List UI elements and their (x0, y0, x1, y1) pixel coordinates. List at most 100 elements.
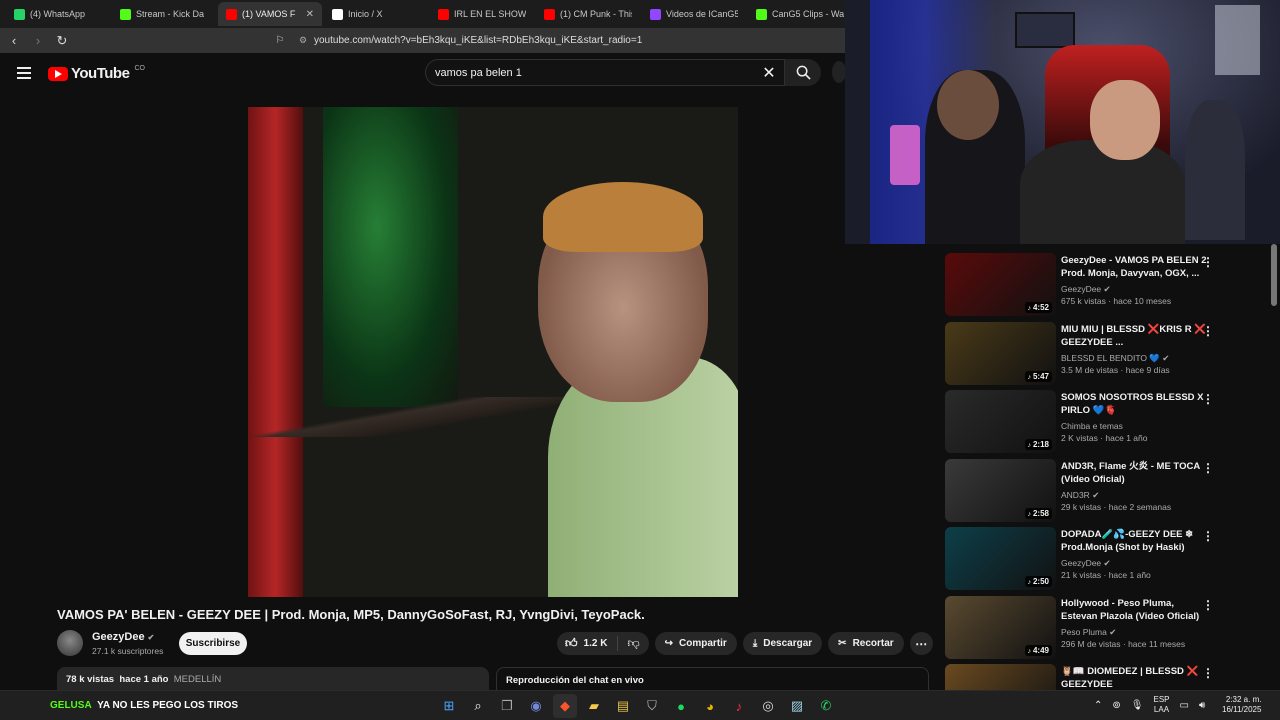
recommendation-item[interactable]: 4:52 GeezyDee - VAMOS PA BELEN 2 Prod. Mo… (944, 244, 1280, 316)
task-view-icon[interactable]: ❐ (495, 694, 519, 718)
recommendation-item[interactable]: 2:58 AND3R, Flame 火炎 - ME TOCA (Video Of… (944, 450, 1280, 522)
voice-search-icon[interactable] (832, 61, 846, 83)
more-options-icon[interactable]: ⋮ (1202, 461, 1214, 475)
recommendation-channel[interactable]: GeezyDee ✔ (1061, 284, 1111, 295)
browser-tab[interactable]: CanG5 Clips - Watc (748, 2, 852, 26)
recommendation-channel-text: AND3R (1061, 489, 1090, 500)
discord-icon[interactable]: ◉ (524, 694, 548, 718)
webcam-tv (1015, 12, 1075, 48)
recommendation-title[interactable]: DOPADA🧪💦-GEEZY DEE ❄ Prod.Monja (Shot by… (1061, 528, 1211, 554)
obs-icon[interactable]: ◎ (756, 694, 780, 718)
more-options-icon[interactable]: ⋮ (1202, 324, 1214, 338)
recommendation-channel[interactable]: AND3R ✔ (1061, 490, 1099, 501)
volume-icon[interactable]: 🔊︎ (1199, 700, 1205, 711)
video-thumbnail[interactable]: 2:18 (945, 390, 1056, 453)
recommendation-channel[interactable]: Chimba e temas (1061, 421, 1123, 431)
close-tab-icon[interactable]: ✕ (306, 9, 314, 20)
sidebar-scrollbar[interactable] (1271, 244, 1277, 306)
shield-icon[interactable]: ⛉ (640, 694, 664, 718)
browser-tab[interactable]: (1) VAMOS F ✕ (218, 2, 322, 26)
back-icon[interactable]: ‹ (4, 33, 24, 48)
video-thumbnail[interactable]: 2:58 (945, 458, 1056, 522)
tray-overflow-icon[interactable]: ⌃ (1094, 700, 1102, 711)
browser-tab[interactable]: IRL EN EL SHOW DE (430, 2, 534, 26)
menu-icon[interactable] (17, 67, 31, 82)
network-icon[interactable]: ▭ (1180, 700, 1189, 711)
browser-tab[interactable]: Videos de ICanG5 (642, 2, 746, 26)
recommendation-item[interactable]: 2:50 DOPADA🧪💦-GEEZY DEE ❄ Prod.Monja (Sho… (944, 518, 1280, 590)
recommendation-channel[interactable]: Peso Pluma ✔ (1061, 627, 1116, 638)
clear-search-icon[interactable]: ✕ (754, 63, 784, 83)
search-icon[interactable]: ⌕ (466, 694, 490, 718)
dislike-button[interactable]: 👎︎ (618, 636, 648, 651)
forward-icon[interactable]: › (28, 33, 48, 48)
video-thumbnail[interactable]: 4:49 (945, 595, 1056, 659)
more-options-icon[interactable]: ⋮ (1202, 598, 1214, 612)
recommendation-item[interactable]: 4:49 Hollywood - Peso Pluma, Estevan Plaz… (944, 587, 1280, 659)
more-options-icon[interactable]: ⋮ (1202, 666, 1214, 680)
tab-title: IRL EN EL SHOW DE (454, 9, 526, 19)
youtube-header: YouTube CO vamos pa belen 1 ✕ (0, 53, 940, 93)
recommendation-title[interactable]: 🦉📖 DIOMEDEZ | BLESSD ❌ GEEZYDEE (1061, 665, 1211, 690)
video-thumbnail[interactable]: 2:50 (945, 527, 1056, 590)
channel-name[interactable]: GeezyDee ✔ (92, 631, 163, 643)
youtube-logo[interactable]: YouTube CO (48, 65, 145, 82)
browser-tab[interactable]: Stream - Kick Da (112, 2, 216, 26)
recommendations-list: 4:52 GeezyDee - VAMOS PA BELEN 2 Prod. Mo… (944, 244, 1280, 690)
more-options-icon[interactable]: ⋮ (1202, 392, 1214, 406)
recommendation-item[interactable]: 5:47 MIU MIU | BLESSD ❌KRIS R ❌ GEEZYDEE … (944, 313, 1280, 385)
like-button[interactable]: 👍︎ 1.2 K (557, 636, 619, 651)
chrome-icon[interactable]: ◕ (698, 694, 722, 718)
recommendation-title[interactable]: AND3R, Flame 火炎 - ME TOCA (Video Oficial… (1061, 460, 1211, 486)
location-tag[interactable]: MEDELLÍN (174, 674, 222, 685)
brave-icon[interactable]: ◆ (553, 694, 577, 718)
bookmark-icon[interactable]: ⚐ (268, 35, 292, 46)
spotify-icon[interactable]: ● (669, 694, 693, 718)
site-info-icon[interactable]: ⚙ (292, 35, 314, 46)
more-actions-button[interactable]: ⋯ (909, 632, 933, 655)
url-field[interactable]: ⚐ ⚙ youtube.com/watch?v=bEh3kqu_iKE&list… (268, 30, 848, 51)
channel-avatar[interactable] (57, 630, 83, 656)
browser-tab[interactable]: (1) CM Punk - This i (536, 2, 640, 26)
recommendation-channel[interactable]: GeezyDee ✔ (1061, 558, 1111, 569)
search-input[interactable]: vamos pa belen 1 ✕ (425, 59, 785, 86)
recommendation-channel[interactable]: BLESSD EL BENDITO 💙 ✔ (1061, 353, 1169, 364)
store-icon[interactable]: ▤ (611, 694, 635, 718)
search-icon (796, 65, 811, 80)
view-count: 78 k vistas (66, 674, 115, 685)
recommendation-title[interactable]: GeezyDee - VAMOS PA BELEN 2 Prod. Monja,… (1061, 254, 1211, 280)
video-thumbnail[interactable] (945, 664, 1056, 690)
like-count: 1.2 K (583, 638, 608, 649)
subscribe-button[interactable]: Suscribirse (179, 632, 247, 655)
clip-button[interactable]: ✂ Recortar (828, 632, 904, 655)
microphone-icon[interactable]: 🎙︎ (1131, 700, 1144, 711)
language-indicator[interactable]: ESP LAA (1153, 695, 1169, 715)
search-button[interactable] (785, 59, 821, 86)
clock[interactable]: 2:32 a. m. 16/11/2025 (1222, 695, 1261, 715)
whatsapp-icon[interactable]: ✆ (814, 694, 838, 718)
recommendation-item[interactable]: 🦉📖 DIOMEDEZ | BLESSD ❌ GEEZYDEE ⋮ (944, 655, 1280, 690)
browser-tab[interactable]: (4) WhatsApp (6, 2, 110, 26)
browser-tab[interactable]: Inicio / X (324, 2, 428, 26)
reload-icon[interactable]: ↻ (52, 33, 72, 49)
photos-icon[interactable]: ▨ (785, 694, 809, 718)
like-dislike-group: 👍︎ 1.2 K 👎︎ (557, 632, 649, 655)
more-options-icon[interactable]: ⋮ (1202, 255, 1214, 269)
tray-app-icon[interactable]: ⊚ (1112, 700, 1120, 711)
youtube-icon (544, 8, 555, 20)
more-options-icon[interactable]: ⋮ (1202, 529, 1214, 543)
video-thumbnail[interactable]: 5:47 (945, 321, 1056, 385)
recommendation-title[interactable]: SOMOS NOSOTROS BLESSD X PIRLO 💙🫀 (1061, 391, 1211, 417)
start-icon[interactable]: ⊞ (437, 694, 461, 718)
share-button[interactable]: ↪ Compartir (654, 632, 737, 655)
verified-icon: ✔ (1092, 489, 1100, 500)
video-player[interactable] (248, 107, 738, 597)
recommendation-item[interactable]: 2:18 SOMOS NOSOTROS BLESSD X PIRLO 💙🫀 Chim… (944, 381, 1280, 453)
video-thumbnail[interactable]: 4:52 (945, 253, 1056, 316)
tiktok-icon[interactable]: ♪ (727, 694, 751, 718)
download-button[interactable]: ⤓ Descargar (742, 632, 823, 655)
file-explorer-icon[interactable]: ▰ (582, 694, 606, 718)
recommendation-title[interactable]: MIU MIU | BLESSD ❌KRIS R ❌ GEEZYDEE ... (1061, 323, 1211, 349)
recommendation-title[interactable]: Hollywood - Peso Pluma, Estevan Plazola … (1061, 597, 1211, 623)
more-icon: ⋯ (915, 636, 928, 651)
